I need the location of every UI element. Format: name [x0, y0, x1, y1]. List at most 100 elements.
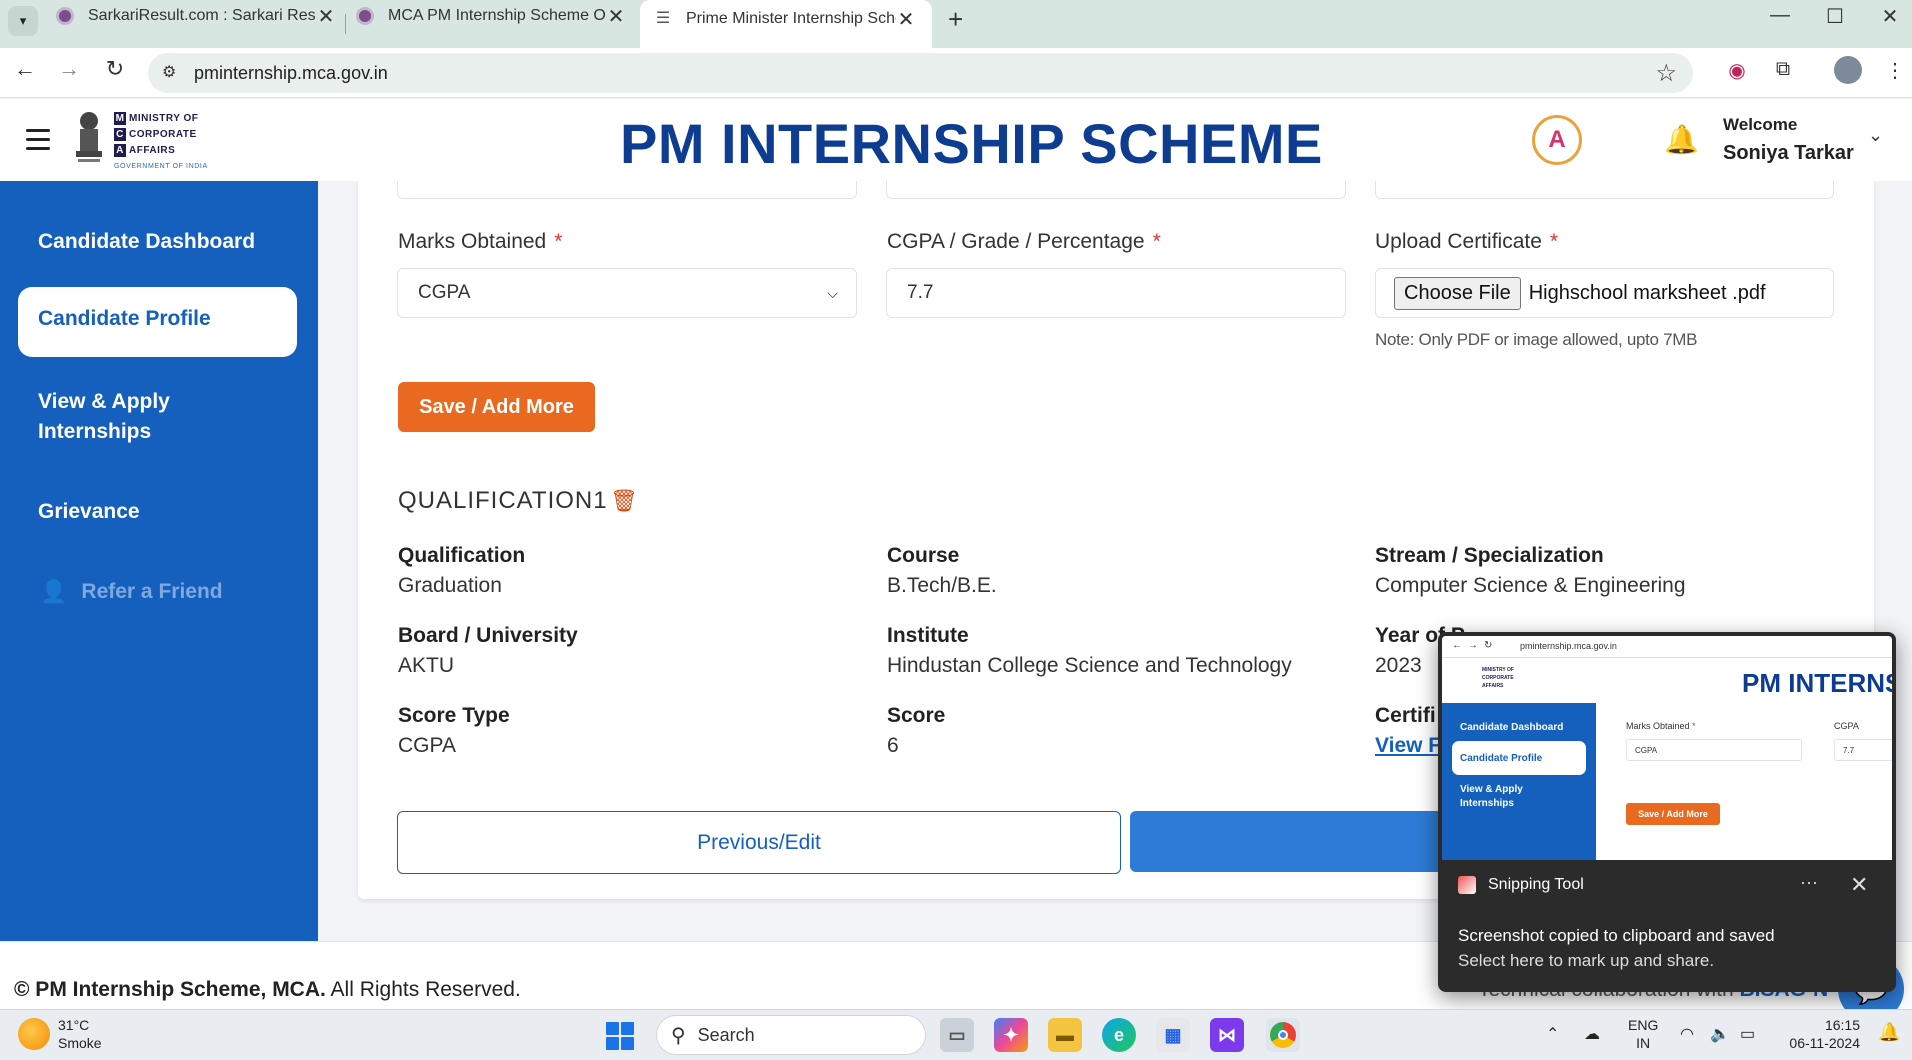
- extensions-puzzle-icon[interactable]: ⧉: [1768, 58, 1798, 88]
- copilot-icon[interactable]: ✦: [994, 1018, 1028, 1052]
- welcome-label: Welcome: [1723, 115, 1798, 134]
- field-stub: [397, 181, 857, 199]
- sidebar-item-label: Candidate Profile: [38, 307, 211, 330]
- qualification-section-title: QUALIFICATION1: [398, 487, 608, 514]
- close-window-icon[interactable]: ✕: [1870, 4, 1910, 29]
- sidebar-item-candidate-dashboard[interactable]: Candidate Dashboard: [38, 227, 255, 257]
- selected-file-name: Highschool marksheet .pdf: [1528, 281, 1766, 304]
- show-hidden-icons-chevron-icon[interactable]: ⌃: [1546, 1024, 1559, 1044]
- select-value: CGPA: [418, 282, 471, 303]
- view-file-link[interactable]: View F: [1375, 734, 1441, 758]
- browser-tab-1[interactable]: SarkariResult.com : Sarkari Resu ✕: [56, 2, 336, 30]
- user-name: Soniya Tarkar: [1723, 142, 1854, 164]
- detail-label: Board / University: [398, 624, 578, 647]
- cgpa-input[interactable]: 7.7: [886, 268, 1346, 318]
- previous-edit-button[interactable]: Previous/Edit: [397, 811, 1121, 874]
- visual-studio-icon[interactable]: ⋈: [1210, 1018, 1244, 1052]
- tab-divider: [345, 14, 346, 34]
- detail-course: Course B.Tech/B.E.: [887, 544, 997, 598]
- upload-note: Note: Only PDF or image allowed, upto 7M…: [1375, 330, 1698, 349]
- thumb-mca-logo: MINISTRY OF CORPORATE AFFAIRS: [1482, 667, 1514, 689]
- edge-browser-icon[interactable]: e: [1102, 1018, 1136, 1052]
- detail-stream: Stream / Specialization Computer Science…: [1375, 544, 1686, 598]
- taskbar-search[interactable]: ⚲ Search: [656, 1015, 926, 1055]
- task-view-icon[interactable]: ▭: [940, 1018, 974, 1052]
- weather-sun-icon[interactable]: [18, 1018, 50, 1050]
- battery-icon[interactable]: ▭: [1740, 1024, 1755, 1044]
- back-icon[interactable]: ←: [10, 56, 40, 82]
- snipping-tool-app: Snipping Tool: [1458, 876, 1584, 894]
- national-emblem-icon: [76, 112, 102, 162]
- notification-message: Screenshot copied to clipboard and saved…: [1458, 926, 1775, 970]
- tab-title: MCA PM Internship Scheme On: [388, 7, 606, 24]
- system-clock[interactable]: 16:15 06-11-2024: [1780, 1016, 1860, 1052]
- detail-value: AKTU: [398, 654, 455, 677]
- address-bar[interactable]: ⚙ pminternship.mca.gov.in ☆: [148, 53, 1693, 93]
- chevron-down-icon[interactable]: ⌄: [1868, 125, 1883, 146]
- detail-score: Score 6: [887, 704, 945, 758]
- sidebar-item-refer-a-friend: 👤 Refer a Friend: [40, 577, 223, 607]
- site-header: M MINISTRY OF C CORPORATE A AFFAIRS GOVERNM…: [0, 99, 1912, 181]
- close-icon[interactable]: ✕: [1850, 872, 1868, 898]
- detail-label: Qualification: [398, 544, 526, 567]
- bookmark-star-icon[interactable]: ☆: [1655, 59, 1677, 88]
- reload-icon[interactable]: ↻: [100, 56, 130, 82]
- detail-label: Course: [887, 544, 960, 567]
- tab-search-button[interactable]: ▾: [8, 6, 38, 36]
- weather-widget[interactable]: 31°C Smoke: [58, 1016, 102, 1052]
- tab-title: SarkariResult.com : Sarkari Resu: [88, 7, 316, 24]
- marks-obtained-label: Marks Obtained *: [398, 230, 563, 253]
- close-icon[interactable]: ✕: [896, 7, 916, 32]
- hamburger-menu-icon[interactable]: [26, 129, 50, 156]
- start-windows-icon[interactable]: [606, 1022, 634, 1050]
- choose-file-button[interactable]: Choose File: [1394, 276, 1521, 310]
- file-explorer-icon[interactable]: ▬: [1048, 1018, 1082, 1052]
- menu-kebab-icon[interactable]: ⋮: [1880, 58, 1910, 88]
- detail-value: Computer Science & Engineering: [1375, 574, 1686, 597]
- user-welcome[interactable]: Welcome Soniya Tarkar: [1723, 111, 1854, 167]
- notification-center-icon[interactable]: 🔔: [1878, 1022, 1900, 1043]
- save-add-more-button[interactable]: Save / Add More: [398, 382, 595, 432]
- marks-obtained-select[interactable]: CGPA ⌵: [397, 268, 857, 318]
- browser-tab-2[interactable]: MCA PM Internship Scheme On ✕: [356, 2, 626, 30]
- snipping-tool-notification[interactable]: ←→↻ pminternship.mca.gov.in MINISTRY OF C…: [1438, 632, 1896, 992]
- delete-trash-icon[interactable]: 🗑: [610, 488, 638, 514]
- language-indicator[interactable]: ENG IN: [1628, 1016, 1658, 1052]
- upload-certificate-field: Choose File Highschool marksheet .pdf: [1375, 268, 1834, 318]
- site-info-icon[interactable]: ⚙: [162, 62, 176, 82]
- detail-value: Hindustan College Science and Technology: [887, 654, 1292, 677]
- browser-toolbar: ← → ↻ ⚙ pminternship.mca.gov.in ☆ ◉ ⧉ ⋮: [0, 48, 1912, 98]
- sidebar: Candidate Dashboard Candidate Profile Vi…: [0, 181, 318, 941]
- wifi-icon[interactable]: ◠: [1680, 1024, 1694, 1044]
- browser-tab-strip: ▾ SarkariResult.com : Sarkari Resu ✕ MCA…: [0, 0, 1912, 48]
- detail-label: Certifi: [1375, 704, 1436, 727]
- maximize-icon[interactable]: ☐: [1815, 4, 1855, 29]
- sidebar-item-grievance[interactable]: Grievance: [38, 497, 140, 527]
- site-favicon-icon: [356, 7, 374, 25]
- sidebar-item-label: Refer a Friend: [81, 580, 223, 603]
- document-favicon-icon: ☰: [655, 10, 671, 27]
- onedrive-cloud-icon[interactable]: ☁: [1584, 1024, 1600, 1044]
- notification-bell-icon[interactable]: 🔔: [1664, 123, 1699, 156]
- close-icon[interactable]: ✕: [606, 4, 626, 29]
- detail-board-university: Board / University AKTU: [398, 624, 578, 678]
- microsoft-store-icon[interactable]: ▦: [1156, 1018, 1190, 1052]
- upload-certificate-label: Upload Certificate *: [1375, 230, 1559, 253]
- thumb-header: MINISTRY OF CORPORATE AFFAIRS PM INTERNS: [1442, 658, 1892, 703]
- new-tab-button[interactable]: +: [948, 4, 963, 35]
- sidebar-item-view-apply-internships[interactable]: View & Apply Internships: [38, 387, 258, 447]
- mca-logo: M MINISTRY OF C CORPORATE A AFFAIRS GOVERNM…: [114, 112, 208, 170]
- more-options-icon[interactable]: ···: [1800, 872, 1818, 893]
- extension-color-icon[interactable]: ◉: [1722, 58, 1752, 88]
- profile-avatar[interactable]: [1834, 56, 1862, 84]
- screenshot-thumbnail[interactable]: ←→↻ pminternship.mca.gov.in MINISTRY OF C…: [1442, 636, 1892, 860]
- browser-tab-3-active[interactable]: ☰ Prime Minister Internship Schem ✕: [640, 0, 932, 48]
- volume-icon[interactable]: 🔈: [1710, 1024, 1730, 1044]
- chrome-browser-icon[interactable]: [1266, 1018, 1300, 1052]
- minimize-icon[interactable]: —: [1760, 4, 1800, 27]
- thumb-title: PM INTERNS: [1742, 668, 1892, 698]
- copyright-text: © PM Internship Scheme, MCA. All Rights …: [14, 978, 521, 1001]
- close-icon[interactable]: ✕: [316, 4, 336, 29]
- forward-icon[interactable]: →: [54, 56, 84, 82]
- detail-certificate: Certifi View F: [1375, 704, 1441, 758]
